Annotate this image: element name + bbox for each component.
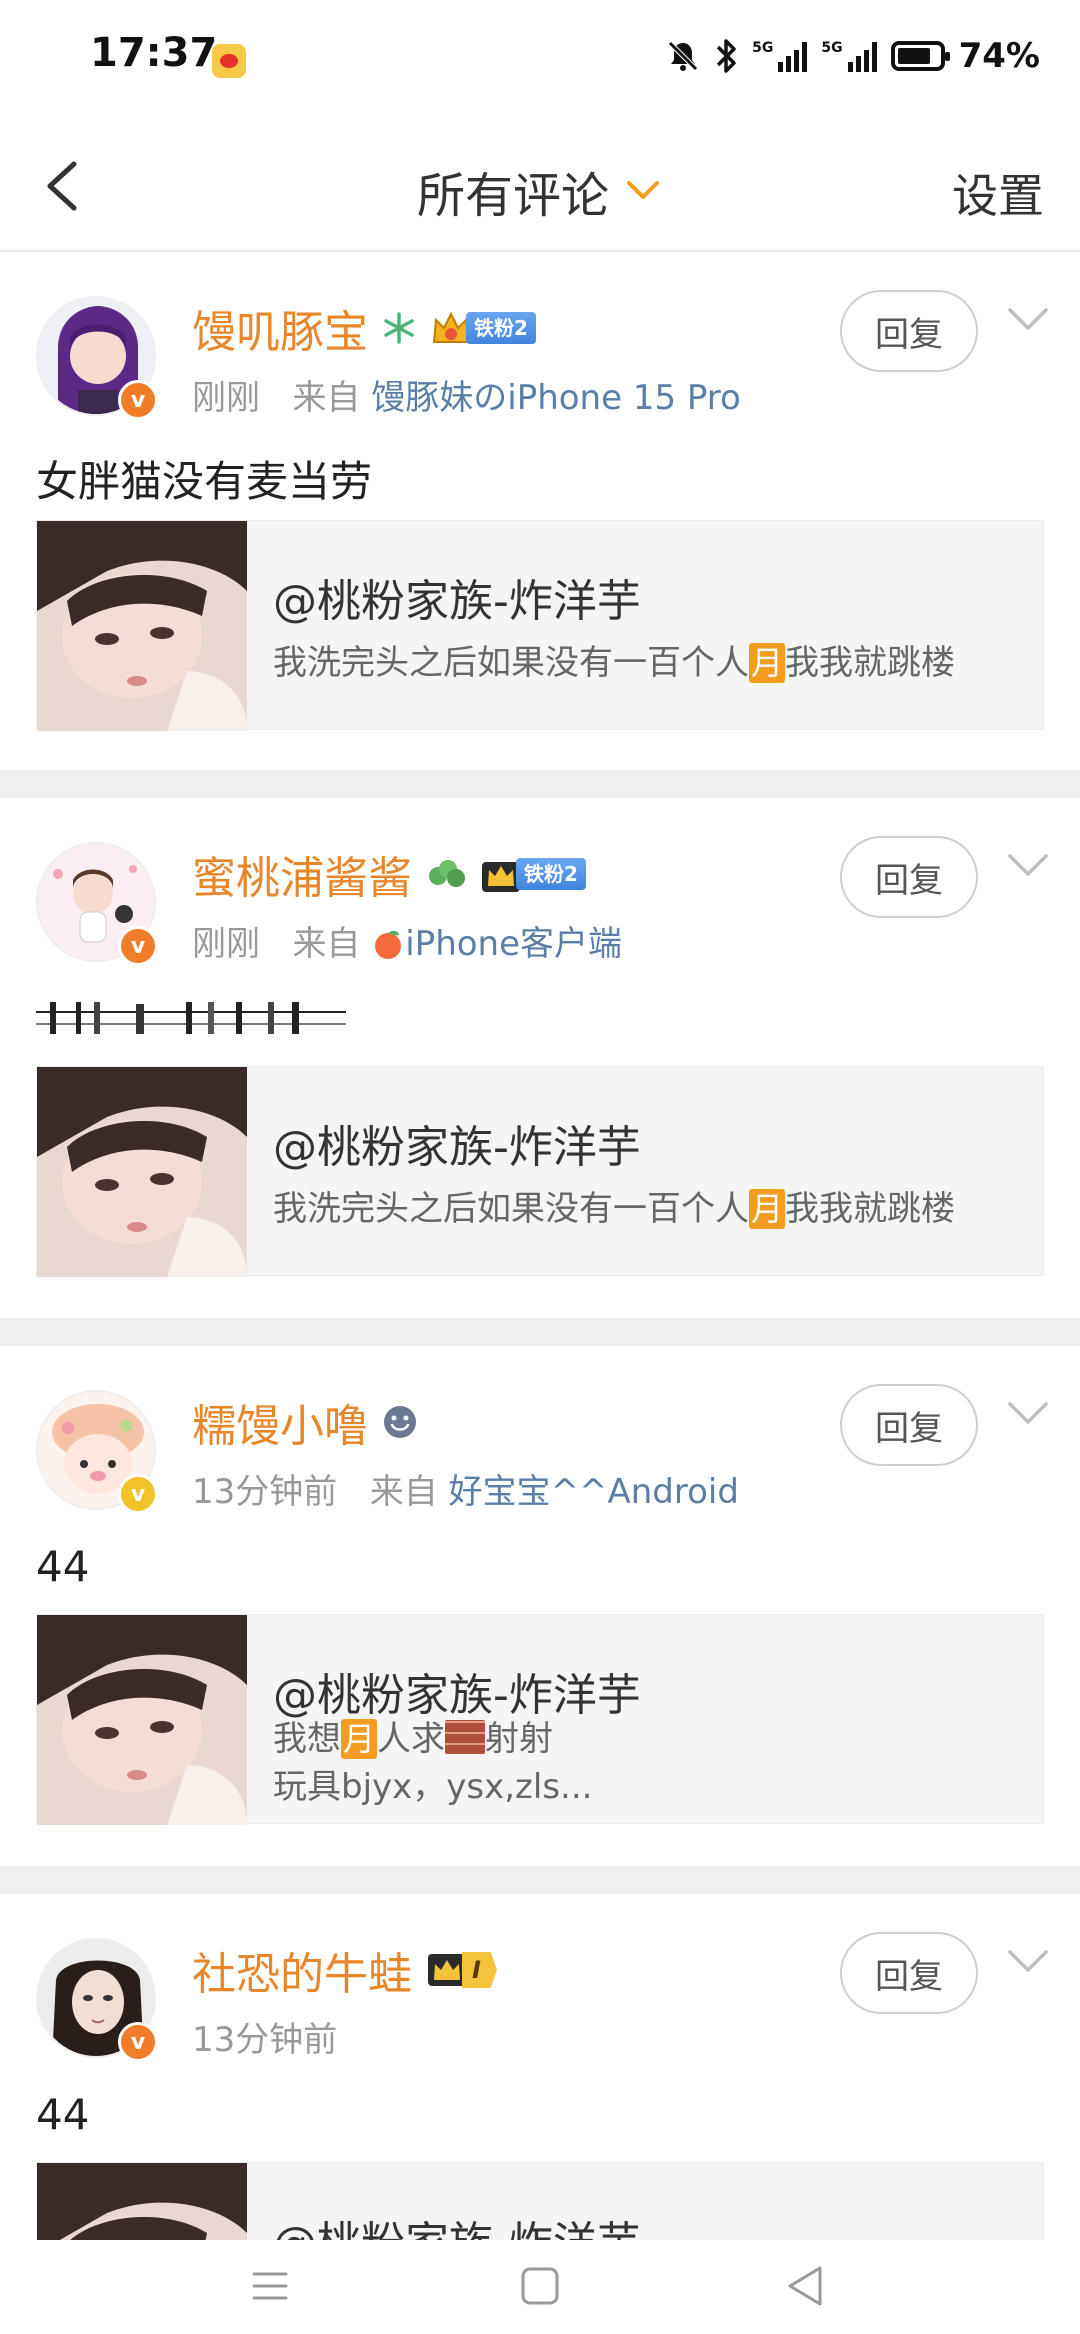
avatar[interactable]: v — [36, 1938, 158, 2062]
quoted-post-card[interactable]: @桃粉家族-炸洋芋 我洗完头之后如果没有一百个人月我我就跳楼 — [36, 1066, 1044, 1277]
verified-badge-icon: v — [118, 2022, 158, 2062]
card-description: 我洗完头之后如果没有一百个人月我我就跳楼 — [273, 1189, 956, 1229]
post-thumbnail — [37, 2163, 247, 2240]
title-dropdown[interactable]: 所有评论 — [417, 156, 663, 226]
peach-icon — [375, 930, 402, 959]
post-thumbnail — [37, 1067, 247, 1277]
quoted-post-card[interactable]: @桃粉家族-炸洋芋 我想月人求 射射 玩具bjyx，ysx,zls... — [36, 1614, 1044, 1825]
comment-text: 44 — [36, 2090, 90, 2139]
moon-emoji-icon: 月 — [749, 643, 786, 683]
comment-meta: 刚刚 来自 iPhone客户端 — [192, 924, 623, 964]
mute-icon — [668, 41, 698, 71]
comment-item: v 社恐的牛蛙 I 13分钟前 回复 44 @桃粉家族-炸洋芋 — [0, 1894, 1080, 2240]
moon-emoji-icon: 月 — [749, 1189, 786, 1229]
verified-badge-icon: v — [118, 926, 158, 966]
page-title: 所有评论 — [416, 168, 609, 224]
comment-item: v 蜜桃浦酱酱 铁粉2 刚刚 来自 iPhone客户端 回复 @桃粉家族-炸洋芋… — [0, 798, 1080, 1318]
user-name-line: 蜜桃浦酱酱 铁粉2 — [192, 842, 586, 906]
card-description: 我想月人求 射射 玩具bjyx，ysx,zls... — [273, 1719, 593, 1807]
card-title: @桃粉家族-炸洋芋 — [273, 576, 641, 627]
brick-emoji-icon — [445, 1720, 486, 1754]
status-time: 17:37 — [90, 30, 218, 76]
redacted-comment-text — [36, 1002, 346, 1034]
user-name-line: 社恐的牛蛙 I — [192, 1938, 497, 2002]
user-name-line: 糯馒小噜 — [192, 1390, 418, 1454]
header: 所有评论 设置 — [0, 120, 1080, 252]
level-badge: I — [426, 1952, 497, 1988]
bluetooth-icon — [716, 39, 736, 73]
menu-icon[interactable] — [240, 2256, 300, 2316]
reply-button[interactable]: 回复 — [840, 836, 978, 918]
fan-badge: 铁粉2 — [480, 856, 586, 892]
chevron-down-icon — [627, 181, 659, 199]
fan-level-label: 铁粉2 — [466, 312, 536, 344]
signal-5g-icon: 5G — [752, 40, 808, 72]
comment-meta: 刚刚 来自 馒豚妹のiPhone 15 Pro — [192, 378, 741, 418]
snowflake-icon — [384, 312, 414, 344]
user-name[interactable]: 馒叽豚宝 — [192, 296, 368, 360]
section-divider — [0, 770, 1080, 798]
chevron-down-icon[interactable] — [1006, 304, 1050, 334]
comment-meta: 13分钟前 来自 好宝宝^^Android — [192, 1472, 739, 1512]
reply-button[interactable]: 回复 — [840, 1384, 978, 1466]
page-title-area: 所有评论 — [0, 156, 1080, 226]
verified-badge-icon: v — [118, 380, 158, 420]
chevron-down-icon[interactable] — [1006, 850, 1050, 880]
fan-level-label: 铁粉2 — [516, 858, 586, 890]
source-link[interactable]: 好宝宝^^Android — [449, 1472, 739, 1512]
smiley-icon — [384, 1406, 416, 1438]
user-name[interactable]: 社恐的牛蛙 — [192, 1938, 412, 2002]
battery-percent: 74% — [958, 36, 1040, 76]
section-divider — [0, 1866, 1080, 1894]
card-title: @桃粉家族-炸洋芋 — [273, 1122, 641, 1173]
reply-button[interactable]: 回复 — [840, 290, 978, 372]
chevron-down-icon[interactable] — [1006, 1398, 1050, 1428]
chevron-down-icon[interactable] — [1006, 1946, 1050, 1976]
system-nav-bar — [0, 2240, 1080, 2334]
comment-item: v 糯馒小噜 13分钟前 来自 好宝宝^^Android 回复 44 @桃粉家族… — [0, 1346, 1080, 1866]
status-bar: 17:37 5G 5G 74% — [0, 0, 1080, 120]
comment-item: v 馒叽豚宝 铁粉2 刚刚 来自 馒豚妹のiPhone 15 Pro 回复 女胖… — [0, 252, 1080, 770]
moon-emoji-icon: 月 — [341, 1719, 378, 1759]
status-icons: 5G 5G 74% — [666, 36, 1040, 76]
fan-badge: 铁粉2 — [430, 310, 536, 346]
reply-button[interactable]: 回复 — [840, 1932, 978, 2014]
back-triangle-icon[interactable] — [776, 2256, 836, 2316]
avatar[interactable]: v — [36, 1390, 158, 1514]
card-title: @桃粉家族-炸洋芋 — [273, 1670, 641, 1721]
settings-button[interactable]: 设置 — [952, 160, 1044, 226]
user-name[interactable]: 蜜桃浦酱酱 — [192, 842, 412, 906]
card-description: 我洗完头之后如果没有一百个人月我我就跳楼 — [273, 643, 956, 683]
level-label: I — [462, 1952, 497, 1988]
crown-icon — [428, 1954, 466, 1986]
weibo-icon — [212, 44, 246, 78]
section-divider — [0, 1318, 1080, 1346]
post-thumbnail — [37, 1615, 247, 1825]
post-thumbnail — [37, 521, 247, 731]
source-link[interactable]: 馒豚妹のiPhone 15 Pro — [371, 378, 741, 418]
comment-text: 女胖猫没有麦当劳 — [36, 457, 373, 506]
clover-icon — [429, 860, 465, 887]
source-link[interactable]: iPhone客户端 — [405, 924, 622, 964]
verified-badge-icon: v — [118, 1474, 158, 1514]
user-name[interactable]: 糯馒小噜 — [192, 1390, 368, 1454]
card-title: @桃粉家族-炸洋芋 — [273, 2207, 641, 2240]
quoted-post-card[interactable]: @桃粉家族-炸洋芋 我洗完头之后如果没有一百个人月我我就跳楼 — [36, 520, 1044, 731]
comment-meta: 13分钟前 — [192, 2020, 338, 2060]
avatar[interactable]: v — [36, 296, 158, 420]
home-square-icon[interactable] — [510, 2256, 570, 2316]
battery-icon — [890, 41, 950, 71]
signal-5g-icon: 5G — [821, 40, 877, 72]
avatar[interactable]: v — [36, 842, 158, 966]
quoted-post-card[interactable]: @桃粉家族-炸洋芋 — [36, 2162, 1044, 2240]
comment-text: 44 — [36, 1542, 90, 1591]
user-name-line: 馒叽豚宝 铁粉2 — [192, 296, 536, 360]
